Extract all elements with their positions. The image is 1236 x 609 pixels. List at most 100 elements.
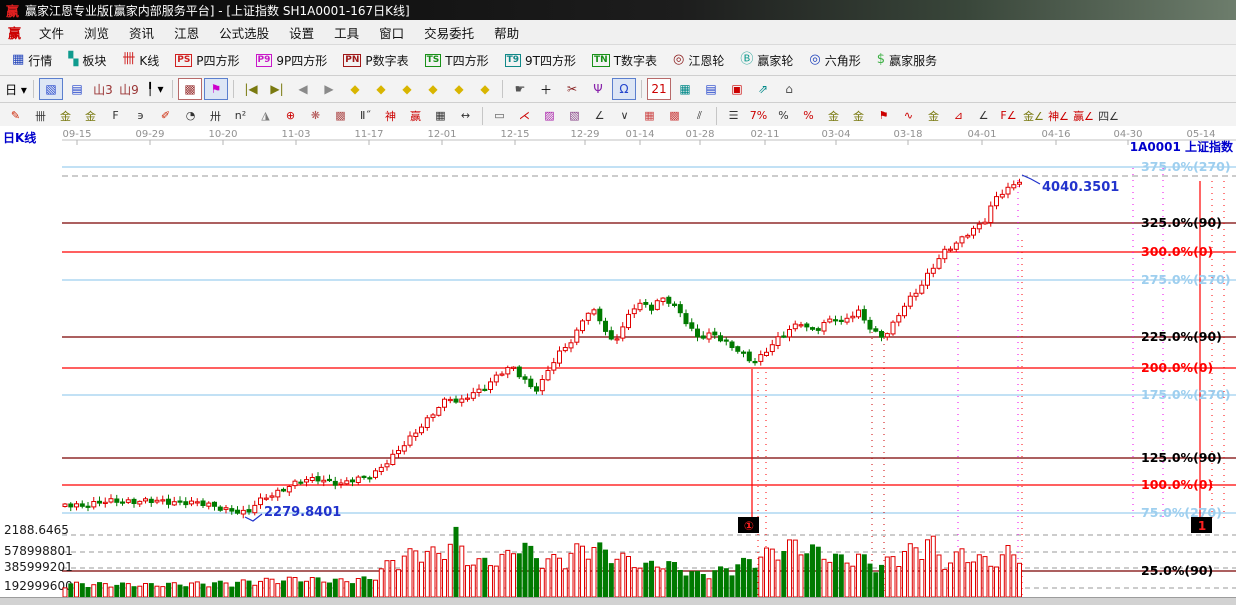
n-square-button[interactable]: n² — [229, 105, 252, 126]
cut-tool-button[interactable]: ✂ — [560, 78, 584, 100]
angle-plain-button[interactable]: ∠ — [972, 105, 995, 126]
magic-tool-button[interactable]: Ψ — [586, 78, 610, 100]
gold-lines-button[interactable]: 金 — [847, 105, 870, 126]
mini-chart-9-button[interactable]: 山9 — [117, 78, 141, 100]
spiral-tool-button[interactable]: ϶ — [129, 105, 152, 126]
gold-angle-button[interactable]: 金∠ — [1022, 105, 1045, 126]
grid-red-1-button[interactable]: ▦ — [638, 105, 661, 126]
span-arrow-button[interactable]: ↔ — [454, 105, 477, 126]
compass-tool-button[interactable]: ◮ — [254, 105, 277, 126]
gold-gann-1-button[interactable]: 金 — [54, 105, 77, 126]
gold-gann-2-button[interactable]: 金 — [79, 105, 102, 126]
percent-line-button[interactable]: % — [797, 105, 820, 126]
calculator-button[interactable]: ▦ — [673, 78, 697, 100]
si-angle-button[interactable]: 四∠ — [1097, 105, 1120, 126]
quotes-button[interactable]: ▦ 行情 — [4, 50, 60, 71]
ruler-123-button[interactable]: ▦ — [429, 105, 452, 126]
save-button[interactable]: ▣ — [725, 78, 749, 100]
calendar-21-button[interactable]: 21 — [647, 78, 671, 100]
t-square-button[interactable]: TS T四方形 — [417, 50, 497, 71]
ying-tool-button[interactable]: 赢 — [404, 105, 427, 126]
period-day-dropdown-button[interactable]: 日 ▾ — [4, 78, 28, 100]
time-circle-button[interactable]: ◔ — [179, 105, 202, 126]
f-angle-button[interactable]: F∠ — [997, 105, 1020, 126]
rect-tool-button[interactable]: ▭ — [488, 105, 511, 126]
prev-page-button[interactable]: ◀ — [291, 78, 315, 100]
fan-lines-red-button[interactable]: ⋌ — [513, 105, 536, 126]
diamond-compress-h-button[interactable]: ◆ — [421, 78, 445, 100]
pen-tool-button[interactable]: ✐ — [154, 105, 177, 126]
candle-style-dropdown-button[interactable]: ╿ ▾ — [143, 78, 167, 100]
diamond-shift-left-button[interactable]: ◆ — [343, 78, 367, 100]
menu-item-3[interactable]: 江恩 — [164, 20, 209, 45]
first-page-button[interactable]: |◀ — [239, 78, 263, 100]
9t-square-button[interactable]: T9 9T四方形 — [497, 50, 584, 71]
percent-seven-button[interactable]: 7% — [747, 105, 770, 126]
gold-3-button[interactable]: 金 — [922, 105, 945, 126]
gold-circle-button[interactable]: 金 — [822, 105, 845, 126]
flag-pen-button[interactable]: ⚑ — [872, 105, 895, 126]
kline-button[interactable]: 卌 K线 — [114, 50, 167, 71]
date-label: 10-20 — [208, 129, 237, 140]
volume-profile-flag-button[interactable]: ⚑ — [204, 78, 228, 100]
fibonacci-tool-button[interactable]: F — [104, 105, 127, 126]
diamond-shift-right-button[interactable]: ◆ — [369, 78, 393, 100]
window-titlebar[interactable]: 赢 赢家江恩专业版[赢家内部服务平台] - [上证指数 SH1A0001-167… — [0, 0, 1236, 20]
hand-tool-button[interactable]: ☛ — [508, 78, 532, 100]
menu-item-4[interactable]: 公式选股 — [209, 20, 279, 45]
brain-tool-button[interactable]: Ω — [612, 78, 636, 100]
menu-item-0[interactable]: 文件 — [29, 20, 74, 45]
info-list-button[interactable]: ▤ — [65, 78, 89, 100]
fan-box-button[interactable]: ▨ — [538, 105, 561, 126]
workstation-button[interactable]: ⌂ — [777, 78, 801, 100]
parallel-lines-button[interactable]: ⫽ — [688, 105, 711, 126]
menu-item-9[interactable]: 帮助 — [484, 20, 529, 45]
mini-chart-3-button[interactable]: 山3 — [91, 78, 115, 100]
diamond-expand-h-button[interactable]: ◆ — [395, 78, 419, 100]
crosshair-tool-button[interactable]: ＋ — [534, 78, 558, 100]
menu-item-8[interactable]: 交易委托 — [414, 20, 484, 45]
shen-angle-button[interactable]: 神∠ — [1047, 105, 1070, 126]
export-button[interactable]: ⇗ — [751, 78, 775, 100]
diamond-expand-all-button[interactable]: ◆ — [447, 78, 471, 100]
grid-red-2-button[interactable]: ▩ — [663, 105, 686, 126]
kline-chart-svg[interactable]: 09-15 09-29 10-20 11-03 11-17 12-01 12-15 12-29… — [0, 126, 1236, 605]
diamond-reset-button[interactable]: ◆ — [473, 78, 497, 100]
menu-item-7[interactable]: 窗口 — [369, 20, 414, 45]
percent-button[interactable]: % — [772, 105, 795, 126]
target-circle-button[interactable]: ⊕ — [279, 105, 302, 126]
levels-list-button[interactable]: ☰ — [722, 105, 745, 126]
menu-item-6[interactable]: 工具 — [324, 20, 369, 45]
hexagon-button[interactable]: ◎ 六角形 — [801, 50, 868, 71]
j-angle-button[interactable]: ⊿ — [947, 105, 970, 126]
angle-lines-button[interactable]: ∠ — [588, 105, 611, 126]
gann-wheel-button[interactable]: ◎ 江恩轮 — [665, 50, 732, 71]
9p-square-button[interactable]: P9 9P四方形 — [248, 50, 336, 71]
ying-angle-button[interactable]: 赢∠ — [1072, 105, 1095, 126]
time-comb-button[interactable]: 卌 — [29, 105, 52, 126]
shen-tool-button[interactable]: 神 — [379, 105, 402, 126]
menu-item-2[interactable]: 资讯 — [119, 20, 164, 45]
star-web-button[interactable]: ❋ — [304, 105, 327, 126]
double-prime-button[interactable]: Ⅱ˝ — [354, 105, 377, 126]
next-page-button[interactable]: ▶ — [317, 78, 341, 100]
notes-button[interactable]: ▤ — [699, 78, 723, 100]
p-square-button[interactable]: PS P四方形 — [167, 50, 247, 71]
grid-diagonal-button[interactable]: ▧ — [563, 105, 586, 126]
kline-chart-area[interactable]: 09-15 09-29 10-20 11-03 11-17 12-01 12-15 12-29… — [0, 126, 1236, 605]
menu-item-1[interactable]: 浏览 — [74, 20, 119, 45]
time-comb-2-button[interactable]: 卅 — [204, 105, 227, 126]
brush-red-button[interactable]: ✎ — [4, 105, 27, 126]
sectors-button[interactable]: ▚ 板块 — [60, 50, 114, 71]
gann-stamp-button[interactable]: ▩ — [178, 78, 202, 100]
last-page-button[interactable]: ▶| — [265, 78, 289, 100]
winner-service-button[interactable]: $ 赢家服务 — [869, 50, 945, 71]
menu-item-5[interactable]: 设置 — [279, 20, 324, 45]
pattern-tool-button[interactable]: ▧ — [39, 78, 63, 100]
p-number-table-button[interactable]: PN P数字表 — [335, 50, 416, 71]
winner-wheel-button[interactable]: Ⓑ 赢家轮 — [732, 50, 801, 71]
web-box-button[interactable]: ▩ — [329, 105, 352, 126]
wave-tool-button[interactable]: ∿ — [897, 105, 920, 126]
t-number-table-button[interactable]: TN T数字表 — [584, 50, 665, 71]
check-lines-button[interactable]: ∨ — [613, 105, 636, 126]
